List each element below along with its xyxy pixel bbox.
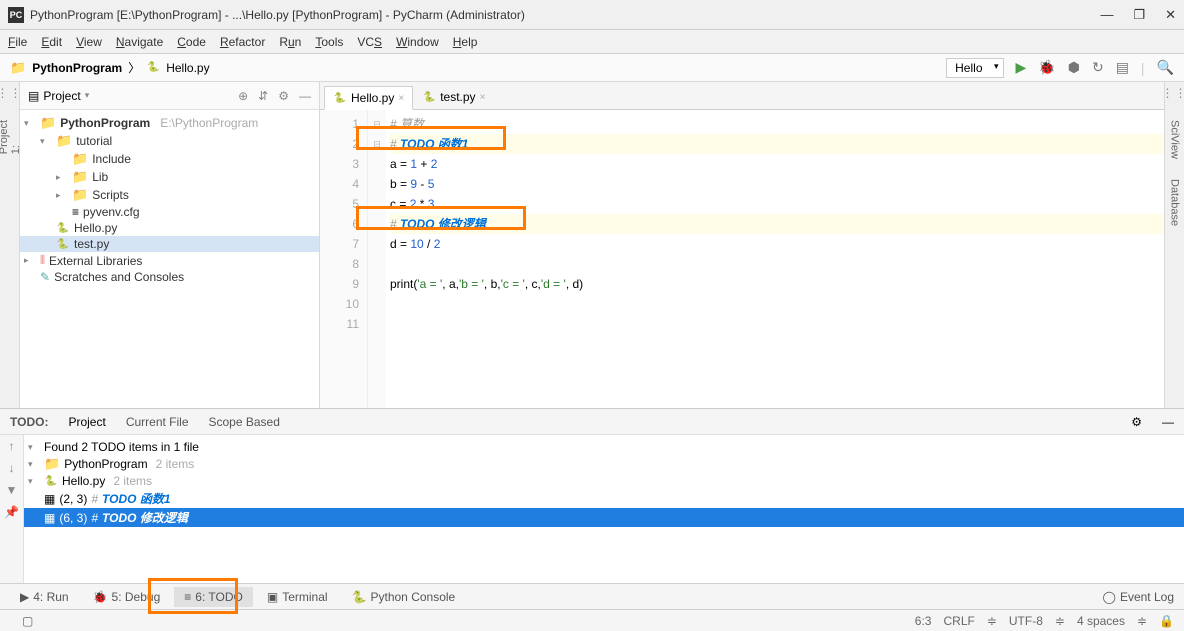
project-tree[interactable]: ▾📁PythonProgramE:\PythonProgram ▾📁tutori… — [20, 110, 319, 408]
menu-run[interactable]: Run — [279, 35, 301, 49]
structure-icon[interactable]: ▤ — [1116, 59, 1129, 76]
menu-bar: File Edit View Navigate Code Refactor Ru… — [0, 30, 1184, 54]
todo-file-node[interactable]: ▾🐍Hello.py2 items — [24, 473, 1184, 489]
fold-gutter: ⊟⊟ — [368, 110, 386, 408]
todo-tab-current[interactable]: Current File — [126, 415, 189, 429]
menu-file[interactable]: File — [8, 35, 27, 49]
coverage-icon[interactable]: ⬢ — [1068, 59, 1080, 76]
todo-toolbar: ↑ ↓ ▼ 📌 — [0, 435, 24, 583]
tree-scratches[interactable]: ✎Scratches and Consoles — [20, 269, 319, 285]
navigation-bar: 📁 PythonProgram 〉 🐍 Hello.py Hello ▶ 🐞 ⬢… — [0, 54, 1184, 82]
tab-hello[interactable]: 🐍Hello.py× — [324, 86, 413, 110]
close-icon[interactable]: × — [480, 92, 486, 103]
btab-event-log[interactable]: ◯ Event Log — [1103, 590, 1174, 604]
folder-icon: 📁 — [10, 60, 26, 76]
sidebar-tab-sciview[interactable]: SciView — [1169, 120, 1181, 159]
gear-icon[interactable]: ⚙ — [1131, 415, 1142, 429]
profile-icon[interactable]: ↻ — [1092, 59, 1104, 76]
tree-project-root[interactable]: ▾📁PythonProgramE:\PythonProgram — [20, 114, 319, 132]
tree-folder-scripts[interactable]: ▸📁Scripts — [20, 186, 319, 204]
close-button[interactable]: ✕ — [1165, 7, 1176, 23]
minimize-button[interactable]: — — [1100, 7, 1113, 23]
status-icon[interactable]: ▢ — [22, 614, 33, 628]
project-tool-window: ▤ Project ▾ ⊕ ⇵ ⚙ — ▾📁PythonProgramE:\Py… — [20, 82, 320, 408]
left-tool-strip: ⋮⋮ 1: Project 7: Structure 2: Favorites — [0, 82, 20, 408]
debug-icon[interactable]: 🐞 — [1038, 59, 1055, 76]
menu-view[interactable]: View — [76, 35, 102, 49]
separator: | — [1141, 60, 1145, 76]
collapse-icon[interactable]: ⇵ — [258, 89, 268, 103]
filter-icon[interactable]: ▼ — [6, 483, 18, 497]
pycharm-icon: PC — [8, 7, 24, 23]
todo-project-node[interactable]: ▾📁PythonProgram2 items — [24, 455, 1184, 473]
pin-icon[interactable]: 📌 — [4, 505, 19, 519]
tree-file-pyvenv[interactable]: ≡pyvenv.cfg — [20, 204, 319, 220]
todo-summary[interactable]: ▾Found 2 TODO items in 1 file — [24, 439, 1184, 455]
breadcrumb-root[interactable]: PythonProgram — [32, 61, 122, 75]
maximize-button[interactable]: ❐ — [1133, 7, 1145, 23]
menu-code[interactable]: Code — [177, 35, 206, 49]
run-config-selector[interactable]: Hello — [946, 58, 1003, 78]
drag-handle-icon[interactable]: ⋮⋮ — [1162, 86, 1184, 100]
python-file-icon: 🐍 — [146, 61, 160, 75]
status-line-sep[interactable]: CRLF — [943, 614, 974, 628]
menu-refactor[interactable]: Refactor — [220, 35, 265, 49]
status-lock-icon[interactable]: 🔒 — [1159, 614, 1174, 628]
btab-todo[interactable]: ≡ 6: TODO — [174, 587, 253, 607]
search-icon[interactable]: 🔍 — [1157, 59, 1174, 76]
breadcrumb-file[interactable]: Hello.py — [166, 61, 209, 75]
tree-folder-lib[interactable]: ▸📁Lib — [20, 168, 319, 186]
window-title: PythonProgram [E:\PythonProgram] - ...\H… — [30, 8, 1100, 22]
editor: 🐍Hello.py× 🐍test.py× 1234567891011 ⊟⊟ # … — [320, 82, 1164, 408]
status-encoding[interactable]: UTF-8 — [1009, 614, 1043, 628]
title-bar: PC PythonProgram [E:\PythonProgram] - ..… — [0, 0, 1184, 30]
up-icon[interactable]: ↑ — [9, 439, 15, 453]
target-icon[interactable]: ⊕ — [238, 89, 248, 103]
sidebar-tab-database[interactable]: Database — [1169, 179, 1181, 226]
menu-tools[interactable]: Tools — [315, 35, 343, 49]
todo-item-1[interactable]: ▦(2, 3) # TODO 函数1 — [24, 489, 1184, 508]
menu-navigate[interactable]: Navigate — [116, 35, 163, 49]
todo-tree[interactable]: ▾Found 2 TODO items in 1 file ▾📁PythonPr… — [24, 435, 1184, 583]
menu-edit[interactable]: Edit — [41, 35, 62, 49]
tree-file-hello[interactable]: 🐍Hello.py — [20, 220, 319, 236]
todo-item-2[interactable]: ▦(6, 3) # TODO 修改逻辑 — [24, 508, 1184, 527]
btab-terminal[interactable]: ▣ Terminal — [257, 587, 338, 607]
gear-icon[interactable]: ⚙ — [278, 89, 289, 103]
tree-file-test[interactable]: 🐍test.py — [20, 236, 319, 252]
todo-panel-title: TODO: — [10, 415, 48, 429]
hide-icon[interactable]: — — [299, 89, 311, 103]
project-view-icon: ▤ — [28, 89, 39, 103]
hide-icon[interactable]: — — [1162, 415, 1174, 429]
btab-pyconsole[interactable]: 🐍 Python Console — [342, 587, 466, 607]
breadcrumb-separator: 〉 — [128, 59, 140, 76]
right-tool-strip: ⋮⋮ SciView Database — [1164, 82, 1184, 408]
run-icon[interactable]: ▶ — [1016, 59, 1027, 76]
project-header-label[interactable]: Project — [43, 89, 80, 103]
todo-tool-window: TODO: Project Current File Scope Based ⚙… — [0, 408, 1184, 583]
todo-tab-project[interactable]: Project — [68, 415, 105, 429]
line-number-gutter: 1234567891011 — [320, 110, 368, 408]
down-icon[interactable]: ↓ — [9, 461, 15, 475]
btab-debug[interactable]: 🐞 5: Debug — [83, 587, 171, 607]
sidebar-tab-project[interactable]: 1: Project — [0, 120, 22, 154]
bottom-tool-tabs: ▶ 4: Run 🐞 5: Debug ≡ 6: TODO ▣ Terminal… — [0, 583, 1184, 609]
btab-run[interactable]: ▶ 4: Run — [10, 587, 79, 607]
menu-window[interactable]: Window — [396, 35, 439, 49]
status-caret-position[interactable]: 6:3 — [915, 614, 932, 628]
status-indent[interactable]: 4 spaces — [1077, 614, 1125, 628]
tree-folder-tutorial[interactable]: ▾📁tutorial — [20, 132, 319, 150]
code-content[interactable]: # 算数 # TODO 函数1 a = 1 + 2 b = 9 - 5 c = … — [386, 110, 1164, 408]
editor-tabs: 🐍Hello.py× 🐍test.py× — [320, 82, 1164, 110]
tree-external-libraries[interactable]: ▸⫴External Libraries — [20, 252, 319, 269]
todo-tab-scope[interactable]: Scope Based — [209, 415, 280, 429]
menu-help[interactable]: Help — [453, 35, 478, 49]
close-icon[interactable]: × — [398, 93, 404, 104]
tree-folder-include[interactable]: 📁Include — [20, 150, 319, 168]
menu-vcs[interactable]: VCS — [357, 35, 382, 49]
tab-test[interactable]: 🐍test.py× — [413, 85, 494, 109]
status-bar: ▢ 6:3 CRLF≑ UTF-8≑ 4 spaces≑ 🔒 — [0, 609, 1184, 631]
